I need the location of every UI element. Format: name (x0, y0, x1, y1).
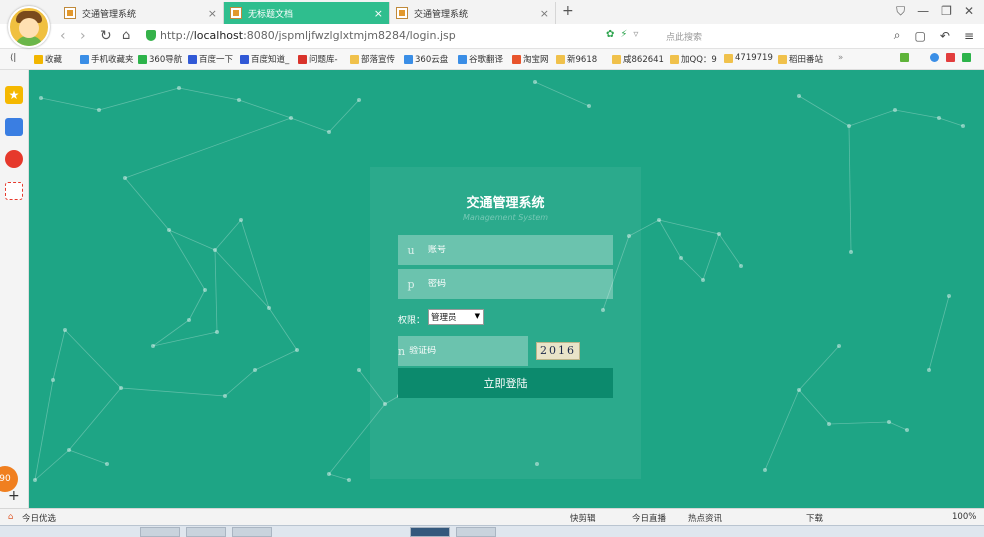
account-input[interactable] (424, 245, 613, 255)
app-grid-icon[interactable] (900, 53, 911, 62)
speed-mode-icon[interactable]: ⚡ (620, 29, 627, 40)
close-window-button[interactable]: ✕ (964, 4, 974, 19)
favorites-star-icon[interactable]: ★ (5, 86, 23, 104)
bookmarks-collapse-icon[interactable]: ⟨| (10, 53, 16, 63)
url-path: :8080/jspmljfwzlglxtmjm8284/login.jsp (243, 29, 456, 42)
url-scheme: http:// (160, 29, 194, 42)
compat-mode-icon[interactable]: ✿ (606, 29, 614, 40)
screenshot-icon[interactable] (946, 53, 957, 62)
dropdown-icon[interactable]: ▿ (633, 29, 638, 40)
tab-label: 交通管理系统 (414, 9, 469, 20)
password-prefix-icon: p (407, 277, 415, 291)
reload-icon[interactable]: ↻ (100, 28, 112, 44)
bookmark-item[interactable]: 百度一下 (188, 53, 233, 65)
tab-1[interactable]: 交通管理系统 × (58, 2, 224, 24)
bookmark-item[interactable]: 淘宝网 (512, 53, 549, 65)
bookmark-item[interactable]: 360云盘 (404, 53, 448, 65)
sidebar-toggle-icon[interactable]: ▢ (915, 29, 926, 43)
weibo-icon[interactable] (5, 150, 23, 168)
menu-icon[interactable]: ≡ (964, 29, 974, 43)
add-icon[interactable]: + (8, 488, 20, 504)
user-avatar[interactable] (8, 6, 50, 48)
tab-label: 无标题文档 (248, 9, 294, 20)
search-box[interactable]: 点此搜索 (666, 30, 702, 43)
role-label: 权限： (398, 316, 426, 326)
chevron-down-icon: ▼ (474, 312, 480, 320)
bookmark-item[interactable]: 问题库- (298, 53, 338, 65)
close-icon[interactable]: × (374, 7, 383, 20)
address-tools: ✿ ⚡ ▿ (606, 29, 638, 40)
minimize-button[interactable]: — (917, 4, 929, 19)
address-bar: ‹ › ↻ ⌂ http://localhost:8080/jspmljfwzl… (0, 24, 984, 49)
url-host: localhost (193, 29, 244, 42)
today-picks-link[interactable]: 今日优选 (22, 512, 56, 524)
gift-icon: ⌂ (8, 512, 14, 522)
notes-icon[interactable] (5, 118, 23, 136)
login-panel: 交通管理系统 Management System u p 权限： 管理员 ▼ n… (370, 167, 641, 479)
bookmark-folder[interactable]: 部落宣传 (350, 53, 395, 65)
security-shield-icon[interactable] (146, 30, 156, 41)
tab-label: 交通管理系统 (82, 9, 137, 20)
status-bar: ⌂ 今日优选 快剪辑 今日直播 热点资讯 下载 100% (0, 508, 984, 526)
page-subtitle: Management System (462, 213, 549, 222)
forward-icon[interactable]: › (80, 28, 86, 44)
bookmark-folder[interactable]: 稻田番站 (778, 53, 823, 65)
account-prefix-icon: u (407, 243, 415, 257)
mail-icon[interactable] (5, 182, 23, 200)
url-field[interactable]: http://localhost:8080/jspmljfwzlglxtmjm8… (160, 29, 456, 42)
new-tab-button[interactable]: + (562, 3, 574, 19)
role-select[interactable]: 管理员 ▼ (428, 309, 484, 325)
close-icon[interactable]: × (540, 7, 549, 20)
zoom-icon[interactable] (930, 53, 941, 62)
bookmark-folder[interactable]: 加QQ：9 (670, 53, 717, 65)
page-icon (230, 7, 242, 19)
search-icon[interactable]: ⌕ (894, 28, 901, 43)
window-controls: ⛉ — ❐ ✕ (896, 4, 974, 19)
bookmark-item[interactable]: 手机收藏夹 (80, 53, 134, 65)
status-item[interactable]: 热点资讯 (688, 512, 722, 524)
captcha-image[interactable]: 2016 (536, 342, 580, 360)
login-button[interactable]: 立即登陆 (398, 368, 613, 398)
captcha-prefix-icon: n (398, 344, 406, 358)
bookmark-item[interactable]: 收藏 (34, 53, 62, 65)
os-taskbar (0, 525, 984, 537)
page-icon (64, 7, 76, 19)
bookmark-item[interactable]: 谷歌翻译 (458, 53, 503, 65)
tab-3[interactable]: 交通管理系统 × (390, 2, 556, 24)
side-toolbar: ★ (0, 70, 29, 508)
bookmark-item[interactable]: 百度知道_ (240, 53, 289, 65)
page-icon (396, 7, 408, 19)
bookmarks-more[interactable]: » (838, 53, 843, 63)
role-value: 管理员 (431, 313, 457, 323)
undo-icon[interactable]: ↶ (940, 29, 950, 43)
page-title: 交通管理系统 (466, 196, 545, 211)
status-item[interactable]: 快剪辑 (570, 512, 596, 524)
close-icon[interactable]: × (208, 7, 217, 20)
bookmark-folder[interactable]: 新9618 (556, 53, 597, 65)
status-item[interactable]: 下载 (806, 512, 823, 524)
bookmark-folder[interactable]: 4719719 (724, 53, 773, 63)
login-page: 交通管理系统 Management System u p 权限： 管理员 ▼ n… (29, 70, 984, 508)
password-input[interactable] (424, 279, 613, 289)
zoom-level[interactable]: 100% (952, 512, 976, 522)
game-icon[interactable] (962, 53, 973, 62)
account-field: u (398, 235, 613, 265)
captcha-input[interactable] (405, 346, 534, 356)
back-icon[interactable]: ‹ (60, 28, 66, 44)
home-icon[interactable]: ⌂ (122, 28, 130, 43)
password-field: p (398, 269, 613, 299)
bookmark-folder[interactable]: 咸862641 (612, 53, 664, 65)
bookmark-item[interactable]: 360导航 (138, 53, 182, 65)
tab-bar: 交通管理系统 × 无标题文档 × 交通管理系统 × + ⛉ — ❐ ✕ (0, 0, 984, 25)
bookmarks-bar: ⟨| 收藏 手机收藏夹 360导航 百度一下 百度知道_ 问题库- 部落宣传 3… (0, 49, 984, 70)
tab-2[interactable]: 无标题文档 × (224, 2, 390, 24)
status-item[interactable]: 今日直播 (632, 512, 666, 524)
toolbar-right: ⌕ ▢ ↶ ≡ (894, 28, 974, 43)
restore-button[interactable]: ❐ (941, 4, 952, 19)
captcha-field: n (398, 336, 534, 366)
skin-icon[interactable]: ⛉ (896, 4, 905, 19)
